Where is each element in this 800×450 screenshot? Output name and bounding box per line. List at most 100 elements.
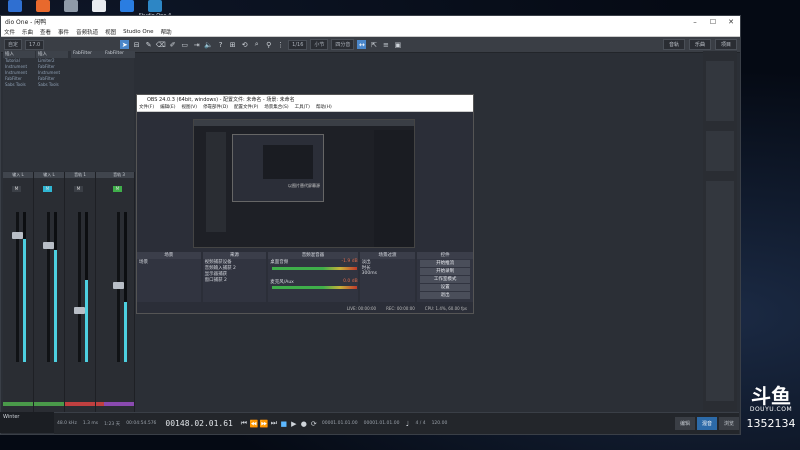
studio-one-titlebar: dio One - 闲鸭 – ☐ ✕ — [1, 16, 740, 27]
rewind-icon[interactable]: ⏪ — [249, 420, 259, 428]
channel-name[interactable]: 音轨 3 — [104, 172, 134, 178]
channel-name[interactable]: 输入 L — [34, 172, 64, 178]
obs-menu-help[interactable]: 帮助(H) — [316, 104, 332, 110]
obs-menu-profile[interactable]: 配置文件(P) — [234, 104, 258, 110]
bend-tool-icon[interactable]: ⇥ — [192, 40, 201, 49]
insert-item[interactable]: Sabs Tools — [36, 82, 68, 88]
mute-tool-icon[interactable]: ▭ — [180, 40, 189, 49]
list-icon[interactable]: ≡ — [381, 40, 390, 49]
taskbar-item[interactable]: Winter — [0, 412, 54, 422]
insert-column: 插入 Tutorial Instrument Instrument FabFil… — [3, 51, 35, 111]
studio-mode-button[interactable]: 工作室模式 — [420, 276, 470, 283]
metronome-icon[interactable]: ♩ — [402, 420, 412, 428]
fast-forward-icon[interactable]: ⏩ — [259, 420, 269, 428]
listen-tool-icon[interactable]: 🔈 — [204, 40, 213, 49]
menu-event[interactable]: 事件 — [58, 28, 69, 36]
range-tool-icon[interactable]: ⊟ — [132, 40, 141, 49]
nested-toolbar — [194, 120, 414, 126]
insert-head[interactable]: FabFilter — [71, 51, 103, 58]
stop-icon[interactable]: ■ — [279, 420, 289, 428]
inspector-section — [706, 131, 734, 171]
loop-end-icon[interactable]: ⏭ — [269, 419, 279, 428]
timebase-select[interactable]: 小节 — [310, 39, 329, 50]
right-locator[interactable]: 00001.01.01.00 — [364, 421, 400, 426]
insert-item[interactable]: Sabs Tools — [3, 82, 35, 88]
start-streaming-button[interactable]: 开始推流 — [420, 260, 470, 267]
loop-icon[interactable]: ⟲ — [240, 40, 249, 49]
obs-menu-view[interactable]: 视图(V) — [181, 104, 197, 110]
mix-button[interactable]: 混音 — [696, 417, 717, 430]
obs-menu-edit[interactable]: 编辑(E) — [160, 104, 175, 110]
menu-view2[interactable]: 视图 — [105, 28, 116, 36]
song-button[interactable]: 乐曲 — [688, 39, 711, 50]
split-tool-icon[interactable]: ✎ — [144, 40, 153, 49]
obs-menu-file[interactable]: 文件(F) — [139, 104, 154, 110]
scene-item[interactable]: 场景 — [137, 259, 201, 265]
mute-button[interactable]: M — [74, 186, 83, 192]
mixer-header: 音频混音器 — [268, 252, 358, 259]
insert-head[interactable]: 插入 — [3, 51, 35, 58]
follow-icon[interactable]: ⇱ — [369, 40, 378, 49]
autoscroll-icon[interactable]: ↔ — [357, 40, 367, 49]
snap-icon[interactable]: ⋮ — [276, 40, 285, 49]
insert-head[interactable]: 插入 — [36, 51, 68, 58]
browse-button[interactable]: 浏览 — [718, 417, 739, 430]
fader-track — [78, 212, 81, 362]
minimize-button[interactable]: – — [686, 18, 704, 26]
obs-window: OBS 24.0.3 (64bit, windows) - 配置文件: 未命名 … — [136, 94, 474, 314]
mute-button[interactable]: M — [43, 186, 52, 192]
loop-icon[interactable]: ⟳ — [309, 420, 319, 428]
inspector-section — [706, 61, 734, 121]
play-icon[interactable]: ▶ — [289, 420, 299, 428]
menu-file[interactable]: 文件 — [4, 28, 15, 36]
level-meter — [85, 212, 88, 362]
fader-handle[interactable] — [74, 307, 85, 314]
help-icon[interactable]: ? — [216, 40, 225, 49]
maximize-button[interactable]: ☐ — [704, 18, 722, 26]
insert-head[interactable]: FabFilter — [103, 51, 135, 58]
menu-view[interactable]: 查看 — [40, 28, 51, 36]
transition-duration[interactable]: 300ms — [360, 271, 416, 277]
fader-handle[interactable] — [43, 242, 54, 249]
link-icon[interactable]: ⚲ — [264, 40, 273, 49]
exit-button[interactable]: 退出 — [420, 292, 470, 299]
zoom-icon[interactable]: ⌕ — [252, 40, 261, 49]
grid-icon[interactable]: ⊞ — [228, 40, 237, 49]
tempo[interactable]: 120.00 — [432, 421, 448, 426]
quantize-select[interactable]: 1/16 — [288, 39, 308, 50]
menu-audio[interactable]: 音频轨道 — [76, 28, 98, 36]
edit-button[interactable]: 编辑 — [674, 417, 695, 430]
obs-preview[interactable]: 以图片替代屏幕源 — [193, 119, 415, 248]
arrow-tool-icon[interactable]: ➤ — [120, 40, 130, 49]
paint-tool-icon[interactable]: ✐ — [168, 40, 177, 49]
eraser-tool-icon[interactable]: ⌫ — [156, 40, 166, 49]
fader-handle[interactable] — [12, 232, 23, 239]
source-item[interactable]: 窗口捕获 2 — [203, 277, 267, 283]
obs-menu-tools[interactable]: 工具(T) — [295, 104, 310, 110]
record-icon[interactable]: ● — [299, 420, 309, 428]
menu-help[interactable]: 帮助 — [161, 28, 172, 36]
preset-field[interactable]: 自定 — [4, 39, 23, 50]
settings-button[interactable]: 设置 — [420, 284, 470, 291]
song-position[interactable]: 00148.02.01.61 — [165, 419, 232, 428]
channel-name[interactable]: 输入 L — [3, 172, 33, 178]
close-button[interactable]: ✕ — [722, 18, 740, 26]
fader-handle[interactable] — [113, 282, 124, 289]
channel-name[interactable]: 音轨 1 — [65, 172, 95, 178]
main-out-strip — [706, 181, 734, 401]
obs-menu-docks[interactable]: 停靠部件(D) — [203, 104, 228, 110]
mute-button[interactable]: M — [12, 186, 21, 192]
start-recording-button[interactable]: 开始录制 — [420, 268, 470, 275]
menu-song[interactable]: 乐曲 — [22, 28, 33, 36]
snap-select[interactable]: 四分音 — [331, 39, 355, 50]
track-button[interactable]: 音轨 — [662, 39, 685, 50]
value-field[interactable]: 17.0 — [25, 39, 45, 50]
left-locator[interactable]: 00001.01.01.00 — [322, 421, 358, 426]
time-signature[interactable]: 4 / 4 — [415, 421, 425, 426]
menu-studio-one[interactable]: Studio One — [123, 29, 153, 35]
obs-menu-scene-collection[interactable]: 场景集合(S) — [264, 104, 288, 110]
project-button[interactable]: 项目 — [714, 39, 737, 50]
loop-start-icon[interactable]: ⏮ — [239, 419, 249, 428]
mute-button[interactable]: M — [113, 186, 122, 192]
save-icon[interactable]: ▣ — [393, 40, 402, 49]
